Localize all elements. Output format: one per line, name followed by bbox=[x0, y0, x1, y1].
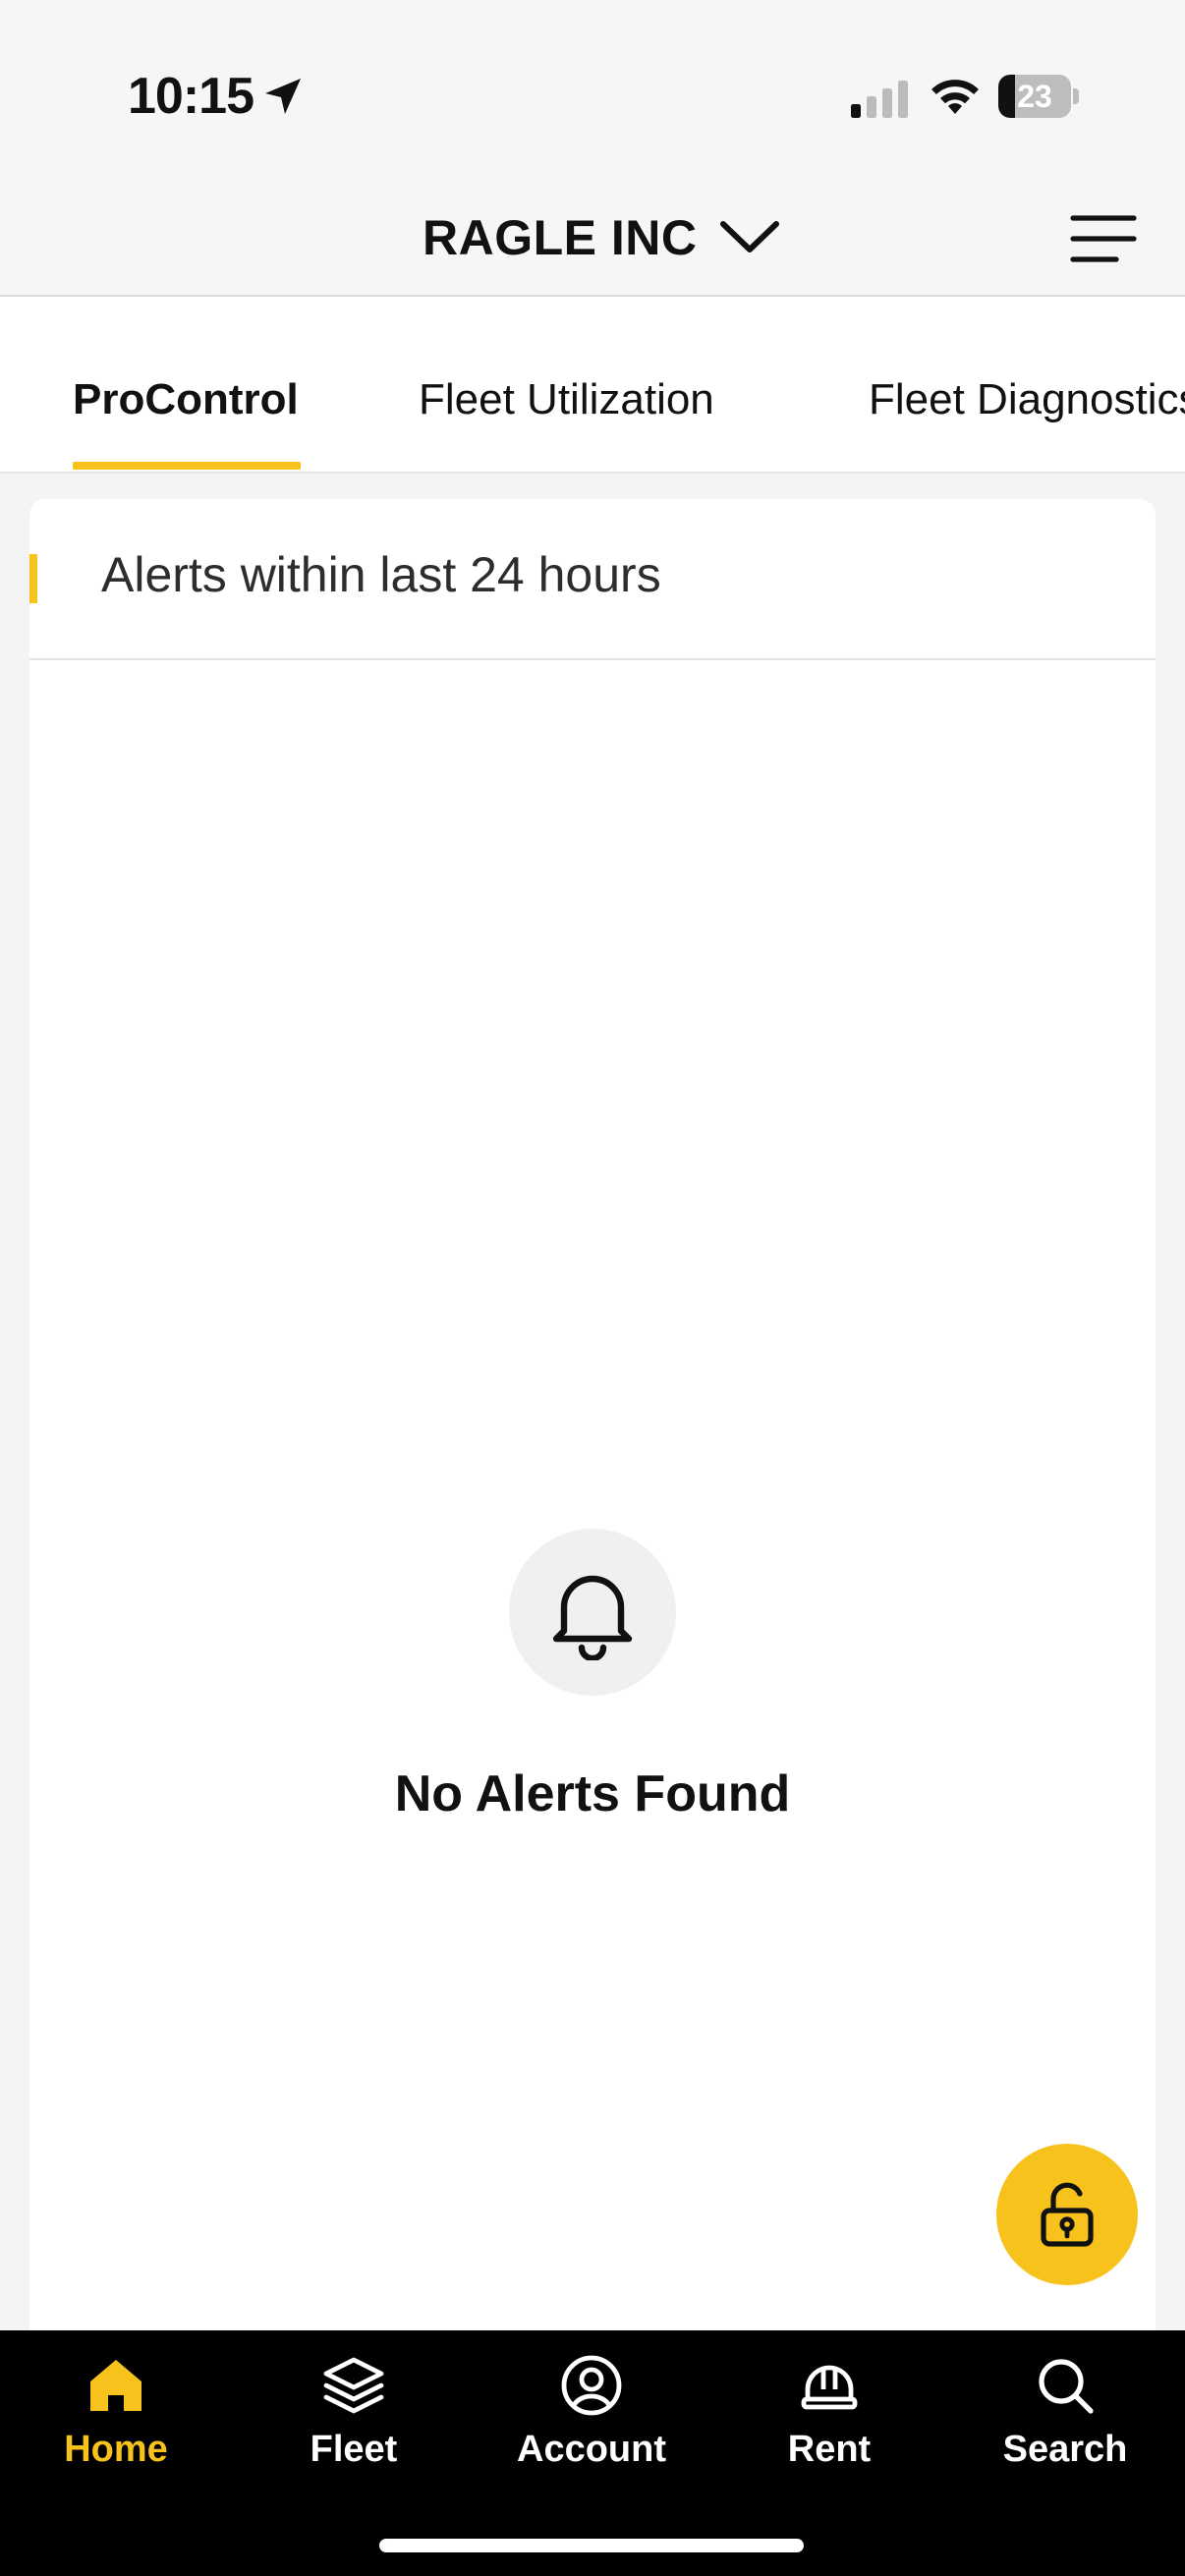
location-arrow-icon bbox=[265, 79, 301, 114]
unlock-icon bbox=[1041, 2182, 1094, 2247]
hard-hat-icon bbox=[801, 2365, 858, 2410]
search-icon bbox=[1039, 2359, 1094, 2414]
active-tab-indicator bbox=[73, 462, 301, 470]
nav-rent[interactable]: Rent bbox=[731, 2354, 928, 2501]
account-circle-icon bbox=[561, 2355, 622, 2416]
bell-icon bbox=[552, 1575, 633, 1660]
empty-state-message: No Alerts Found bbox=[394, 1765, 791, 1822]
status-time: 10:15 bbox=[128, 68, 254, 125]
hamburger-menu-icon[interactable] bbox=[1069, 204, 1138, 273]
wifi-icon bbox=[931, 80, 979, 114]
status-bar: 10:15 23 bbox=[0, 0, 1185, 187]
unlock-fab-button[interactable] bbox=[996, 2144, 1138, 2285]
company-name: RAGLE INC bbox=[423, 210, 698, 265]
nav-fleet[interactable]: Fleet bbox=[255, 2354, 452, 2501]
company-selector[interactable]: RAGLE INC bbox=[423, 198, 780, 277]
nav-rent-label: Rent bbox=[787, 2429, 872, 2470]
app-header: RAGLE INC bbox=[0, 187, 1185, 297]
nav-home-label: Home bbox=[64, 2429, 168, 2470]
battery-icon: 23 bbox=[998, 75, 1079, 118]
alerts-card-header: Alerts within last 24 hours bbox=[29, 499, 1156, 660]
empty-state-icon-circle bbox=[509, 1529, 676, 1696]
nav-search[interactable]: Search bbox=[967, 2354, 1163, 2501]
chevron-down-icon bbox=[719, 221, 779, 252]
accent-bar bbox=[29, 554, 37, 603]
tab-fleet-utilization[interactable]: Fleet Utilization bbox=[419, 375, 714, 424]
nav-search-label: Search bbox=[1002, 2429, 1128, 2470]
tab-procontrol[interactable]: ProControl bbox=[73, 375, 299, 424]
tab-fleet-diagnostics[interactable]: Fleet Diagnostics bbox=[869, 375, 1185, 424]
home-icon bbox=[90, 2360, 141, 2411]
alerts-card: Alerts within last 24 hours No Alerts Fo… bbox=[29, 499, 1156, 2576]
nav-fleet-label: Fleet bbox=[310, 2429, 398, 2470]
tab-bar: ProControl Fleet Utilization Fleet Diagn… bbox=[0, 297, 1185, 474]
nav-account[interactable]: Account bbox=[493, 2354, 690, 2501]
nav-account-label: Account bbox=[517, 2429, 666, 2470]
cellular-signal-icon bbox=[851, 81, 908, 118]
alerts-card-title: Alerts within last 24 hours bbox=[101, 547, 661, 602]
nav-home[interactable]: Home bbox=[18, 2354, 214, 2501]
home-indicator[interactable] bbox=[379, 2539, 804, 2552]
battery-level: 23 bbox=[1017, 79, 1052, 114]
layers-icon bbox=[323, 2357, 384, 2414]
